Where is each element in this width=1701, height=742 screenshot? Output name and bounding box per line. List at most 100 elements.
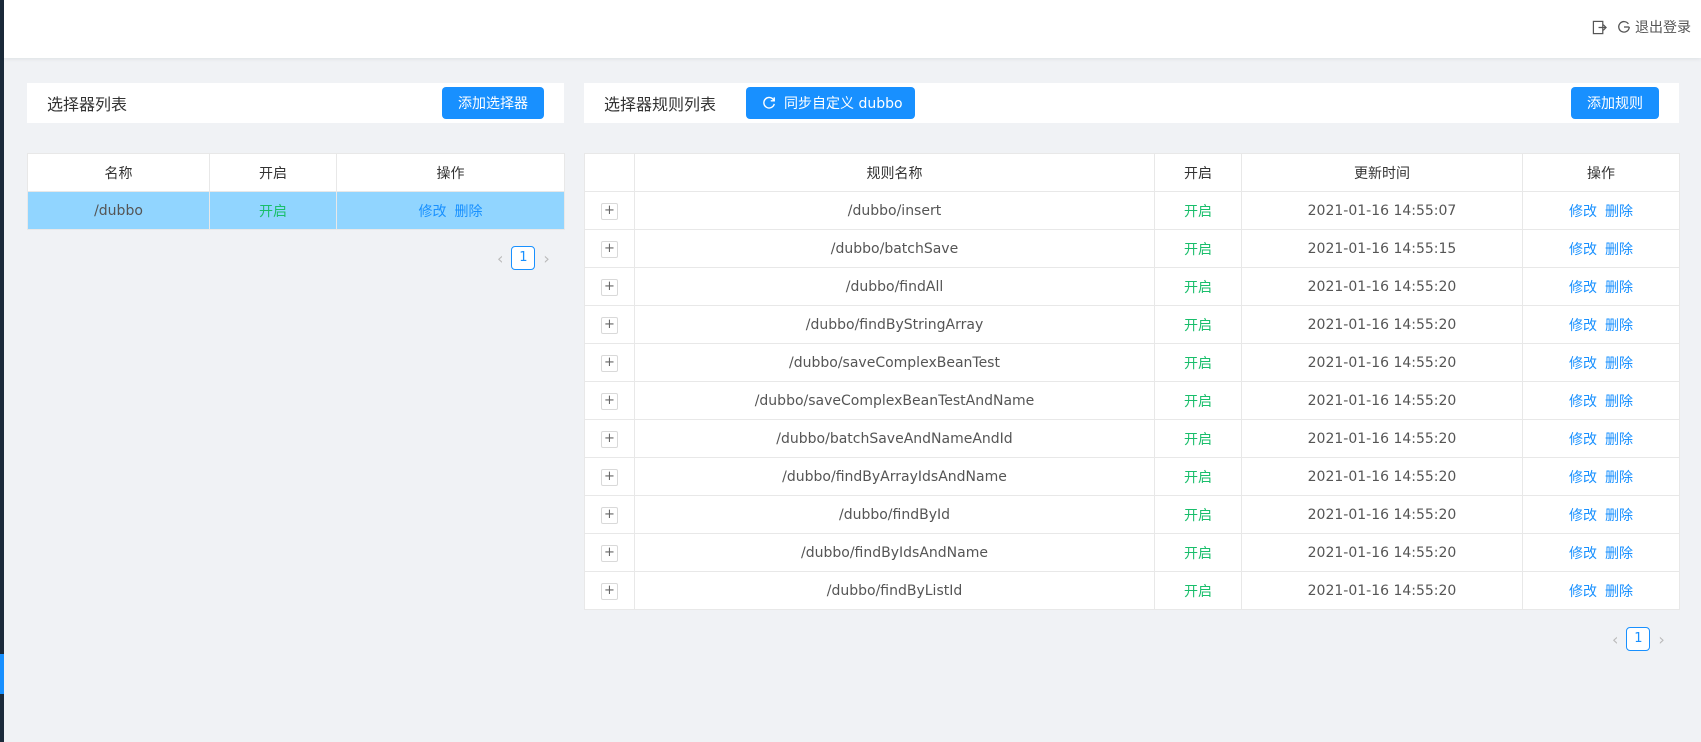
sync-dubbo-label: 同步自定义 dubbo (784, 96, 903, 112)
column-header: 操作 (1522, 153, 1680, 192)
expand-icon[interactable]: + (601, 430, 618, 448)
rule-name-cell: /dubbo/findById (634, 495, 1155, 534)
edit-link[interactable]: 修改 (419, 204, 447, 220)
top-header: 退出登录 (4, 0, 1701, 58)
delete-link[interactable]: 删除 (1605, 508, 1633, 524)
expand-icon[interactable]: + (601, 316, 618, 334)
table-row: +/dubbo/insert 开启 2021-01-16 14:55:07 修改 删除 (584, 191, 1680, 230)
actions-cell: 修改 删除 (1522, 191, 1680, 230)
update-time-cell: 2021-01-16 14:55:20 (1241, 305, 1523, 344)
expand-icon[interactable]: + (601, 354, 618, 372)
actions-cell: 修改 删除 (1522, 305, 1680, 344)
actions-cell: 修改 删除 (1522, 343, 1680, 382)
chevron-left-icon[interactable]: ‹ (497, 249, 503, 268)
chevron-right-icon[interactable]: › (543, 249, 549, 268)
update-time-cell: 2021-01-16 14:55:15 (1241, 229, 1523, 268)
column-header (584, 153, 635, 192)
rule-name-cell: /dubbo/insert (634, 191, 1155, 230)
column-header: 名称 (27, 153, 210, 192)
status-cell: 开启 (1154, 229, 1242, 268)
logout-icon (1618, 20, 1630, 33)
edit-link[interactable]: 修改 (1569, 432, 1597, 448)
table-row: +/dubbo/findAll 开启 2021-01-16 14:55:20 修改 删除 (584, 267, 1680, 306)
delete-link[interactable]: 删除 (1605, 204, 1633, 220)
actions-cell: 修改 删除 (1522, 267, 1680, 306)
expand-icon[interactable]: + (601, 468, 618, 486)
delete-link[interactable]: 删除 (1605, 356, 1633, 372)
delete-link[interactable]: 删除 (1605, 432, 1633, 448)
status-cell: 开启 (1154, 495, 1242, 534)
table-row: + /dubbo/findById 开启 2021-01-16 14:55:20 修改删… (584, 495, 1680, 534)
logout-label: 退出登录 (1635, 20, 1691, 36)
status-cell: 开启 (1154, 419, 1242, 458)
delete-link[interactable]: 删除 (1605, 242, 1633, 258)
delete-link[interactable]: 删除 (455, 204, 483, 220)
edit-link[interactable]: 修改 (1569, 546, 1597, 562)
update-time-cell: 2021-01-16 14:55:20 (1241, 495, 1523, 534)
rule-name-cell: /dubbo/findByStringArray (634, 305, 1155, 344)
sync-icon (763, 96, 775, 109)
status-cell: 开启 (1154, 571, 1242, 610)
expand-cell: + (584, 191, 635, 230)
sync-dubbo-button[interactable]: 同步自定义 dubbo (746, 87, 915, 119)
expand-cell: + (584, 229, 635, 268)
delete-link[interactable]: 删除 (1605, 318, 1633, 334)
update-time-cell: 2021-01-16 14:55:20 (1241, 343, 1523, 382)
delete-link[interactable]: 删除 (1605, 584, 1633, 600)
delete-link[interactable]: 删除 (1605, 394, 1633, 410)
sidebar-active-indicator (0, 654, 4, 694)
add-selector-button[interactable]: 添加选择器 (442, 87, 544, 119)
page-number[interactable]: 1 (511, 246, 536, 270)
delete-link[interactable]: 删除 (1605, 280, 1633, 296)
page-number[interactable]: 1 (1626, 627, 1651, 651)
expand-cell: + (584, 381, 635, 420)
expand-icon[interactable]: + (601, 202, 618, 220)
edit-link[interactable]: 修改 (1569, 356, 1597, 372)
edit-link[interactable]: 修改 (1569, 318, 1597, 334)
rule-name-cell: /dubbo/findByListId (634, 571, 1155, 610)
rule-name-cell: /dubbo/findAll (634, 267, 1155, 306)
table-row: + /dubbo/findByListId 开启 2021-01-16 14:55:2… (584, 571, 1680, 610)
status-cell: 开启 (1154, 343, 1242, 382)
rule-table: 规则名称 开启 更新时间 操作 +/dubbo/insert 开启 2021-01-… (584, 153, 1680, 610)
expand-icon[interactable]: + (601, 582, 618, 600)
expand-icon[interactable]: + (601, 506, 618, 524)
delete-link[interactable]: 删除 (1605, 546, 1633, 562)
expand-icon[interactable]: + (601, 240, 618, 258)
expand-icon[interactable]: + (601, 278, 618, 296)
column-header: 更新时间 (1241, 153, 1523, 192)
table-row[interactable]: /dubbo 开启 修改 删除 (27, 191, 565, 230)
status-cell: 开启 (1154, 305, 1242, 344)
status-cell: 开启 (1154, 533, 1242, 572)
edit-link[interactable]: 修改 (1569, 242, 1597, 258)
selector-table-header: 名称 开启 操作 (27, 153, 565, 192)
chevron-right-icon[interactable]: › (1658, 630, 1664, 649)
expand-cell: + (584, 343, 635, 382)
expand-cell: + (584, 457, 635, 496)
export-button[interactable] (1592, 20, 1607, 35)
edit-link[interactable]: 修改 (1569, 280, 1597, 296)
table-row: + /dubbo/batchSaveAndNameAndId 开启 2021-01-1… (584, 419, 1680, 458)
expand-cell: + (584, 533, 635, 572)
edit-link[interactable]: 修改 (1569, 204, 1597, 220)
edit-link[interactable]: 修改 (1569, 584, 1597, 600)
logout-button[interactable]: 退出登录 (1617, 17, 1691, 37)
expand-cell: + (584, 267, 635, 306)
actions-cell: 修改 删除 (1522, 229, 1680, 268)
column-header: 操作 (336, 153, 565, 192)
edit-link[interactable]: 修改 (1569, 508, 1597, 524)
table-row: +/dubbo/batchSave 开启 2021-01-16 14:55:15 修改… (584, 229, 1680, 268)
edit-link[interactable]: 修改 (1569, 394, 1597, 410)
edit-link[interactable]: 修改 (1569, 470, 1597, 486)
actions-cell: 修改 删除 (1522, 457, 1680, 496)
expand-icon[interactable]: + (601, 392, 618, 410)
rule-name-cell: /dubbo/batchSave (634, 229, 1155, 268)
selector-name-cell: /dubbo (27, 191, 210, 230)
chevron-left-icon[interactable]: ‹ (1612, 630, 1618, 649)
expand-cell: + (584, 419, 635, 458)
column-header: 开启 (1154, 153, 1242, 192)
expand-icon[interactable]: + (601, 544, 618, 562)
add-rule-button[interactable]: 添加规则 (1571, 87, 1659, 119)
delete-link[interactable]: 删除 (1605, 470, 1633, 486)
selector-panel-title: 选择器列表 (47, 95, 128, 114)
